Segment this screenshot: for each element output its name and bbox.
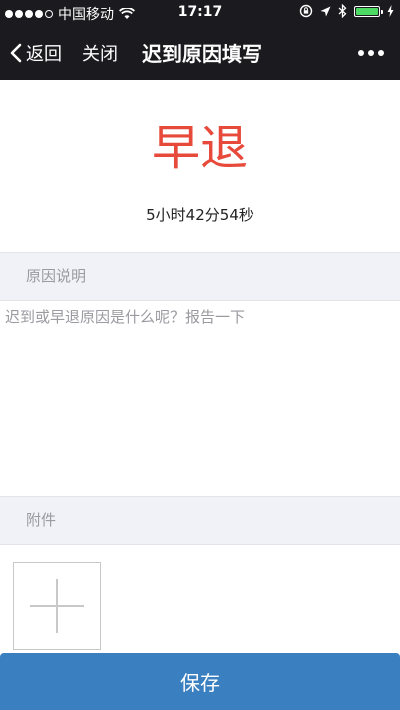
status-bar: 中国移动 17:17 <box>0 0 400 26</box>
location-icon <box>320 6 331 16</box>
status-label: 早退 <box>151 120 248 176</box>
save-button[interactable]: 保存 <box>0 653 400 710</box>
duration-text: 5小时42分54秒 <box>146 206 254 224</box>
reason-input[interactable] <box>0 300 400 490</box>
more-button[interactable] <box>358 40 384 56</box>
reason-section-header: 原因说明 <box>0 252 400 301</box>
add-attachment-button[interactable] <box>13 562 101 650</box>
status-right <box>299 4 394 18</box>
nav-bar: 返回 关闭 迟到原因填写 <box>0 26 400 80</box>
more-icon <box>358 50 384 56</box>
battery-icon <box>354 5 383 17</box>
screen: 中国移动 17:17 返回 关闭 迟到原因填写 早退 5小时42分54秒 原因说… <box>0 0 400 710</box>
close-button[interactable]: 关闭 <box>82 40 118 66</box>
plus-icon <box>30 579 84 633</box>
back-button[interactable]: 返回 <box>10 40 62 66</box>
back-label: 返回 <box>26 44 62 65</box>
bluetooth-icon <box>338 4 347 18</box>
back-chevron-icon <box>10 43 22 63</box>
charging-icon <box>387 5 394 17</box>
attachment-section-header: 附件 <box>0 496 400 545</box>
lock-rotation-icon <box>299 4 313 18</box>
page-title: 迟到原因填写 <box>142 42 262 66</box>
